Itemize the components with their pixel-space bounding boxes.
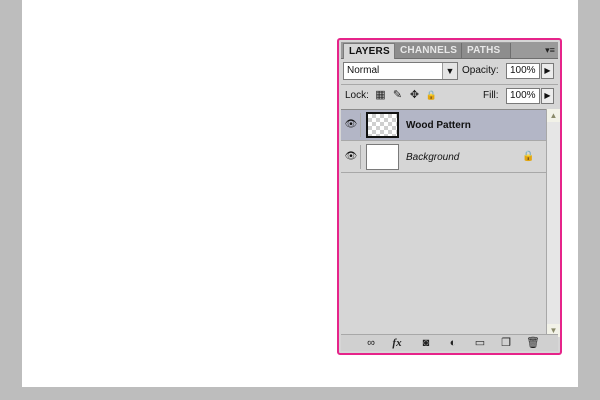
layer-thumbnail [366,112,399,138]
blend-mode-value: Normal [347,65,380,76]
lock-all-icon[interactable]: 🔒 [425,89,438,102]
panel-footer-toolbar: ∞ fx ◙ ◐ ▭ ❐ 🗑 [341,334,558,351]
layer-name: Background [406,152,460,163]
layer-name: Wood Pattern [406,120,471,131]
layer-list: 👁 Wood Pattern 👁 Background 🔒 [341,109,546,338]
lock-transparent-icon[interactable]: ▦ [374,89,387,102]
adjustment-layer-icon[interactable]: ◐ [445,336,461,350]
opacity-input[interactable]: 100% [506,63,540,79]
lock-icon: 🔒 [522,151,535,162]
panel-menu-icon[interactable]: ▾≡ [543,44,557,56]
layers-panel: LAYERS CHANNELS PATHS ▾≡ Normal ▼ Opacit… [337,38,562,355]
blend-mode-select[interactable]: Normal ▼ [343,62,458,80]
lock-move-icon[interactable]: ✥ [408,89,421,102]
tab-layers[interactable]: LAYERS [343,43,395,59]
new-layer-icon[interactable]: ❐ [498,336,514,350]
divider [341,84,558,85]
lock-paint-icon[interactable]: ✎ [391,89,404,102]
lock-fill-row: Lock: ▦ ✎ ✥ 🔒 Fill: 100% ▶ [343,87,556,105]
layer-row-background[interactable]: 👁 Background 🔒 [341,142,546,173]
delete-layer-icon[interactable]: 🗑 [525,336,541,350]
layer-mask-icon[interactable]: ◙ [418,336,434,350]
fill-label: Fill: [483,90,499,101]
layer-thumbnail [366,144,399,170]
eye-icon[interactable]: 👁 [342,113,361,137]
lock-label: Lock: [345,90,369,101]
fill-input[interactable]: 100% [506,88,540,104]
scroll-up-icon[interactable]: ▲ [547,109,560,122]
blend-opacity-row: Normal ▼ Opacity: 100% ▶ [343,62,556,80]
new-group-icon[interactable]: ▭ [472,336,488,350]
layer-row-wood-pattern[interactable]: 👁 Wood Pattern [341,110,546,141]
fill-slider-icon[interactable]: ▶ [541,88,554,104]
tab-paths[interactable]: PATHS [462,43,511,58]
chevron-down-icon[interactable]: ▼ [442,63,457,79]
opacity-slider-icon[interactable]: ▶ [541,63,554,79]
eye-icon[interactable]: 👁 [342,145,361,169]
link-layers-icon[interactable]: ∞ [363,336,379,350]
panel-tab-bar: LAYERS CHANNELS PATHS ▾≡ [341,42,558,59]
fx-icon[interactable]: fx [389,336,405,350]
tab-channels[interactable]: CHANNELS [395,43,462,58]
layer-list-scrollbar[interactable]: ▲ ▼ [546,109,560,337]
opacity-label: Opacity: [462,65,499,76]
